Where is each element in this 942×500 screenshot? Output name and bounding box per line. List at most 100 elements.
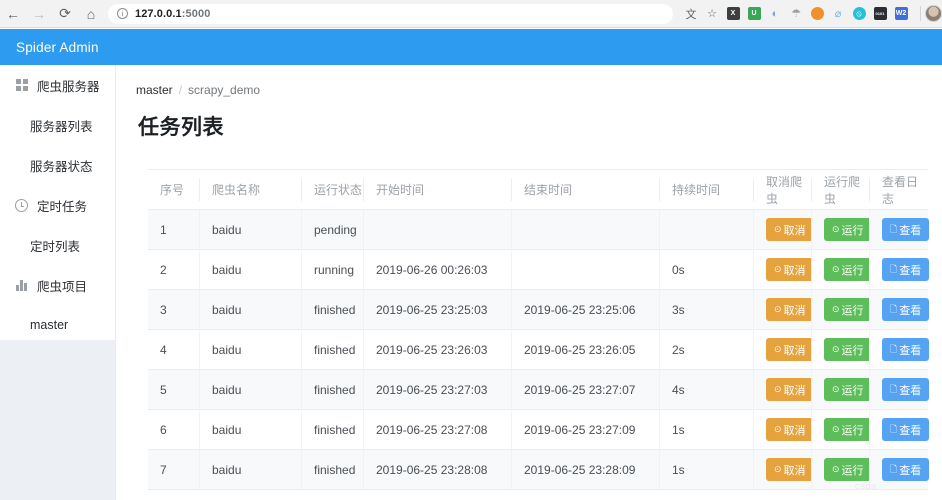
breadcrumb-root[interactable]: master: [136, 83, 173, 97]
run-spider-button[interactable]: ⊙运行: [824, 338, 872, 361]
sidebar-group-scheduled-tasks[interactable]: 定时任务: [0, 185, 115, 225]
view-log-button[interactable]: 🗋查看: [882, 458, 929, 481]
extension-w2-icon[interactable]: W2: [891, 4, 911, 24]
row-start-time: 2019-06-25 23:27:08: [364, 410, 512, 450]
extension-block-icon[interactable]: ⦸: [849, 4, 869, 24]
row-start-time: 2019-06-25 23:25:03: [364, 290, 512, 330]
sidebar-group-label: 定时任务: [37, 196, 87, 215]
view-log-button-cell: 🗋查看: [870, 250, 928, 290]
cancel-spider-button[interactable]: ⊙取消: [766, 378, 814, 401]
table-row: 6baidufinished2019-06-25 23:27:082019-06…: [148, 410, 928, 450]
sidebar-item-label: 服务器列表: [30, 116, 93, 135]
row-end-time: 2019-06-25 23:28:09: [512, 450, 660, 490]
reload-icon[interactable]: ⟳: [52, 1, 78, 27]
sidebar-item-project-master[interactable]: master: [0, 305, 115, 345]
run-spider-button[interactable]: ⊙运行: [824, 258, 872, 281]
row-status: finished: [302, 370, 364, 410]
run-spider-button-cell: ⊙运行: [812, 210, 870, 250]
view-button-icon: 🗋: [890, 225, 897, 234]
translate-icon[interactable]: 文: [681, 4, 701, 24]
view-log-button[interactable]: 🗋查看: [882, 418, 929, 441]
column-header: 爬虫名称: [200, 170, 302, 210]
task-table: 序号爬虫名称运行状态开始时间结束时间持续时间取消爬虫运行爬虫查看日志 1baid…: [148, 169, 928, 490]
column-header: 运行状态: [302, 170, 364, 210]
forward-icon[interactable]: →: [26, 1, 52, 27]
cancel-spider-button-cell: ⊙取消: [754, 330, 812, 370]
run-button-label: 运行: [842, 302, 864, 318]
back-icon[interactable]: ←: [0, 1, 26, 27]
run-spider-button[interactable]: ⊙运行: [824, 378, 872, 401]
cancel-spider-button-cell: ⊙取消: [754, 210, 812, 250]
view-log-button[interactable]: 🗋查看: [882, 378, 929, 401]
cancel-button-icon: ⊙: [774, 305, 782, 314]
view-log-button[interactable]: 🗋查看: [882, 218, 929, 241]
cancel-spider-button[interactable]: ⊙取消: [766, 338, 814, 361]
run-button-label: 运行: [842, 342, 864, 358]
column-header: 开始时间: [364, 170, 512, 210]
cancel-spider-button[interactable]: ⊙取消: [766, 458, 814, 481]
app-header: Spider Admin: [0, 29, 942, 65]
row-duration: 3s: [660, 290, 754, 330]
cancel-spider-button[interactable]: ⊙取消: [766, 298, 814, 321]
row-start-time: [364, 210, 512, 250]
sidebar-item-label: 定时列表: [30, 236, 80, 255]
run-spider-button[interactable]: ⊙运行: [824, 218, 872, 241]
run-spider-button-cell: ⊙运行: [812, 370, 870, 410]
view-button-label: 查看: [899, 462, 921, 478]
extension-umbrella-icon[interactable]: ☂: [786, 4, 806, 24]
run-spider-button[interactable]: ⊙运行: [824, 298, 872, 321]
view-log-button[interactable]: 🗋查看: [882, 298, 929, 321]
extension-shield-icon[interactable]: U: [744, 4, 764, 24]
run-button-label: 运行: [842, 222, 864, 238]
extension-swirl-icon[interactable]: ◐: [765, 4, 785, 24]
sidebar-group-crawler-servers[interactable]: 爬虫服务器: [0, 65, 115, 105]
cancel-spider-button-cell: ⊙取消: [754, 370, 812, 410]
cancel-spider-button[interactable]: ⊙取消: [766, 258, 814, 281]
avatar[interactable]: [925, 5, 942, 22]
row-spider-name: baidu: [200, 330, 302, 370]
row-duration: [660, 210, 754, 250]
home-icon[interactable]: ⌂: [78, 1, 104, 27]
run-button-icon: ⊙: [832, 305, 840, 314]
view-log-button[interactable]: 🗋查看: [882, 258, 929, 281]
run-spider-button-cell: ⊙运行: [812, 410, 870, 450]
sidebar-group-crawler-projects[interactable]: 爬虫项目: [0, 265, 115, 305]
row-end-time: 2019-06-25 23:25:06: [512, 290, 660, 330]
row-duration: 2s: [660, 330, 754, 370]
run-button-label: 运行: [842, 462, 864, 478]
url-host: 127.0.0.1: [135, 8, 182, 20]
sidebar-selected-block[interactable]: [0, 340, 115, 500]
cancel-spider-button-cell: ⊙取消: [754, 410, 812, 450]
chart-icon: [14, 279, 29, 291]
cancel-spider-button[interactable]: ⊙取消: [766, 418, 814, 441]
breadcrumb: master / scrapy_demo: [116, 65, 942, 97]
column-header: 运行爬虫: [812, 170, 870, 210]
browser-chrome: ← → ⟳ ⌂ i 127.0.0.1:5000 文☆XU◐☂ ⌀⦸0101W2: [0, 0, 942, 28]
cancel-spider-button[interactable]: ⊙取消: [766, 218, 814, 241]
extension-orange-icon[interactable]: [807, 4, 827, 24]
run-button-label: 运行: [842, 262, 864, 278]
column-header: 序号: [148, 170, 200, 210]
view-button-label: 查看: [899, 302, 921, 318]
run-button-icon: ⊙: [832, 345, 840, 354]
extension-leaf-icon[interactable]: ⌀: [828, 4, 848, 24]
cancel-button-label: 取消: [784, 222, 806, 238]
column-header: 结束时间: [512, 170, 660, 210]
view-log-button[interactable]: 🗋查看: [882, 338, 929, 361]
row-status: finished: [302, 450, 364, 490]
bookmark-star-icon[interactable]: ☆: [702, 4, 722, 24]
address-bar[interactable]: i 127.0.0.1:5000: [108, 4, 673, 24]
row-spider-name: baidu: [200, 250, 302, 290]
sidebar-group-label: 爬虫服务器: [37, 76, 100, 95]
table-row: 3baidufinished2019-06-25 23:25:032019-06…: [148, 290, 928, 330]
site-info-icon[interactable]: i: [117, 8, 128, 19]
row-duration: 4s: [660, 370, 754, 410]
run-spider-button[interactable]: ⊙运行: [824, 418, 872, 441]
sidebar-item-schedule-list[interactable]: 定时列表: [0, 225, 115, 265]
sidebar-item-server-list[interactable]: 服务器列表: [0, 105, 115, 145]
run-spider-button[interactable]: ⊙运行: [824, 458, 872, 481]
extension-binary-icon[interactable]: 0101: [870, 4, 890, 24]
run-spider-button-cell: ⊙运行: [812, 250, 870, 290]
sidebar-item-server-status[interactable]: 服务器状态: [0, 145, 115, 185]
extension-x-icon[interactable]: X: [723, 4, 743, 24]
